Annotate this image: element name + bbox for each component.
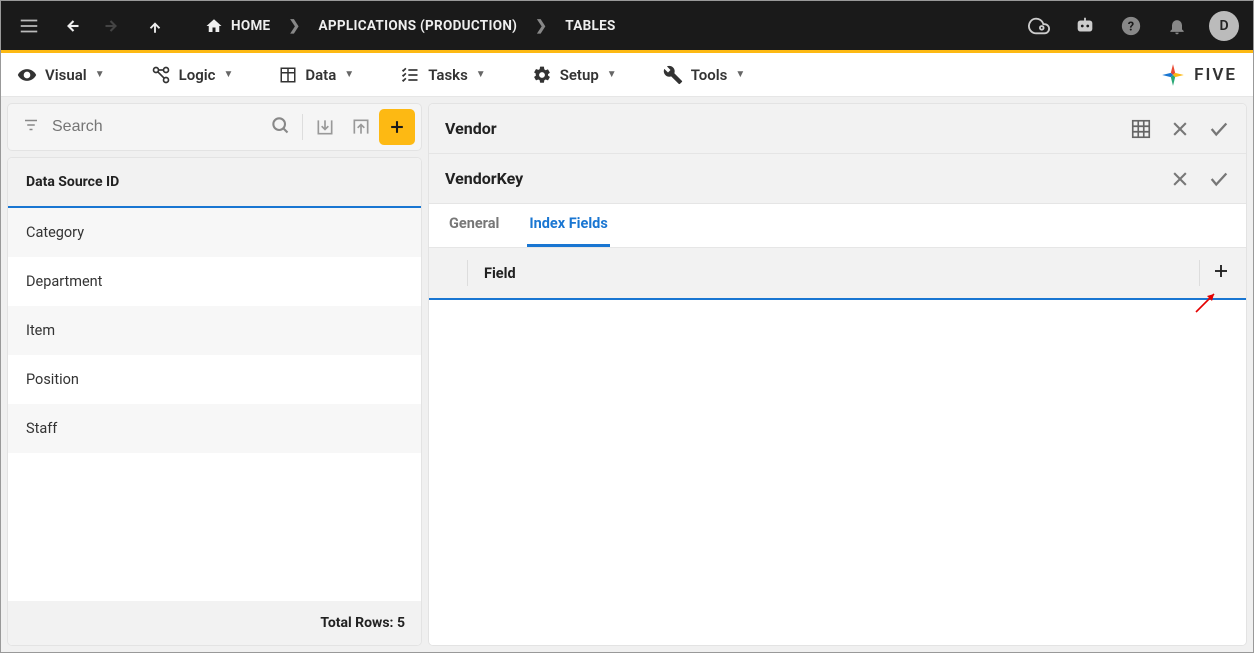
grid-icon [279, 66, 297, 84]
menu-label: Visual [45, 66, 87, 84]
chevron-down-icon: ▼ [344, 69, 354, 80]
field-column-header: Field [429, 248, 1246, 300]
cloud-sync-icon[interactable] [1025, 12, 1053, 40]
chat-bot-icon[interactable] [1071, 12, 1099, 40]
menu-tools[interactable]: Tools ▼ [663, 65, 746, 85]
search-input[interactable] [52, 118, 262, 136]
nodes-icon [151, 65, 171, 85]
topbar: HOME ❯ APPLICATIONS (PRODUCTION) ❯ TABLE… [1, 1, 1253, 53]
list-header: Data Source ID [8, 158, 421, 208]
avatar-initial: D [1219, 18, 1228, 34]
chevron-right-icon: ❯ [535, 18, 547, 34]
list-item[interactable]: Position [8, 355, 421, 404]
divider [302, 114, 303, 140]
breadcrumb-home[interactable]: HOME [205, 17, 270, 35]
hamburger-menu-icon[interactable] [15, 12, 43, 40]
avatar[interactable]: D [1209, 11, 1239, 41]
menu-label: Tools [691, 66, 728, 84]
divider [1199, 260, 1200, 286]
data-source-list: Data Source ID Category Department Item … [7, 157, 422, 646]
chevron-down-icon: ▼ [95, 69, 105, 80]
bell-icon[interactable] [1163, 12, 1191, 40]
tabs: General Index Fields [429, 204, 1246, 248]
spacer [8, 453, 421, 601]
check-icon[interactable] [1208, 118, 1230, 140]
menu-visual[interactable]: Visual ▼ [17, 65, 105, 85]
menu-logic[interactable]: Logic ▼ [151, 65, 234, 85]
svg-text:?: ? [1128, 19, 1134, 34]
topbar-left: HOME ❯ APPLICATIONS (PRODUCTION) ❯ TABLE… [15, 12, 616, 40]
up-arrow-icon[interactable] [141, 12, 169, 40]
field-label: Field [484, 265, 516, 282]
vendorkey-title: VendorKey [445, 169, 523, 188]
five-logo-icon [1160, 62, 1186, 88]
breadcrumb-level1[interactable]: APPLICATIONS (PRODUCTION) [318, 18, 517, 34]
list-footer: Total Rows: 5 [8, 601, 421, 645]
vendor-title: Vendor [445, 119, 497, 138]
tab-index-fields[interactable]: Index Fields [527, 203, 609, 247]
check-icon[interactable] [1208, 168, 1230, 190]
tools-icon [663, 65, 683, 85]
footer-label: Total Rows: [320, 615, 393, 631]
export-button[interactable] [343, 109, 379, 145]
chevron-down-icon: ▼ [735, 69, 745, 80]
vendorkey-actions [1170, 168, 1230, 190]
breadcrumb-level2[interactable]: TABLES [565, 18, 615, 34]
checklist-icon [400, 65, 420, 85]
content-area: Data Source ID Category Department Item … [1, 97, 1253, 652]
chevron-down-icon: ▼ [476, 69, 486, 80]
chevron-down-icon: ▼ [223, 69, 233, 80]
search-row [7, 103, 422, 151]
breadcrumb: HOME ❯ APPLICATIONS (PRODUCTION) ❯ TABLE… [205, 17, 616, 35]
help-icon[interactable]: ? [1117, 12, 1145, 40]
vendor-actions [1130, 118, 1230, 140]
menubar: Visual ▼ Logic ▼ Data ▼ Tasks ▼ Setup ▼ … [1, 53, 1253, 97]
import-button[interactable] [307, 109, 343, 145]
back-arrow-icon[interactable] [57, 12, 85, 40]
breadcrumb-home-label: HOME [231, 18, 270, 34]
chevron-down-icon: ▼ [607, 69, 617, 80]
close-icon[interactable] [1170, 169, 1190, 189]
list-item[interactable]: Item [8, 306, 421, 355]
brand-text: FIVE [1194, 65, 1237, 85]
brand-logo: FIVE [1160, 62, 1237, 88]
close-icon[interactable] [1170, 119, 1190, 139]
forward-arrow-icon [99, 12, 127, 40]
right-panel: Vendor VendorKey [428, 103, 1247, 646]
menu-data[interactable]: Data ▼ [279, 66, 354, 84]
list-item[interactable]: Department [8, 257, 421, 306]
eye-icon [17, 65, 37, 85]
field-list-empty [429, 300, 1246, 645]
menu-label: Data [305, 66, 336, 84]
list-item[interactable]: Staff [8, 404, 421, 453]
list-item[interactable]: Category [8, 208, 421, 257]
vendor-header: Vendor [429, 104, 1246, 154]
menu-tasks[interactable]: Tasks ▼ [400, 65, 486, 85]
divider [467, 260, 468, 286]
chevron-right-icon: ❯ [288, 18, 300, 34]
home-icon [205, 17, 223, 35]
menu-label: Setup [560, 66, 599, 84]
vendorkey-header: VendorKey [429, 154, 1246, 204]
diagram-icon[interactable] [1130, 118, 1152, 140]
tab-general[interactable]: General [447, 203, 501, 247]
search-icon[interactable] [270, 115, 290, 139]
left-panel: Data Source ID Category Department Item … [7, 103, 422, 646]
gear-icon [532, 65, 552, 85]
menu-label: Logic [179, 66, 216, 84]
topbar-right: ? D [1025, 11, 1239, 41]
add-button[interactable] [379, 109, 415, 145]
add-field-button[interactable] [1212, 261, 1230, 285]
menu-label: Tasks [428, 66, 468, 84]
menu-setup[interactable]: Setup ▼ [532, 65, 617, 85]
footer-value: 5 [397, 615, 405, 631]
filter-icon[interactable] [22, 116, 40, 138]
